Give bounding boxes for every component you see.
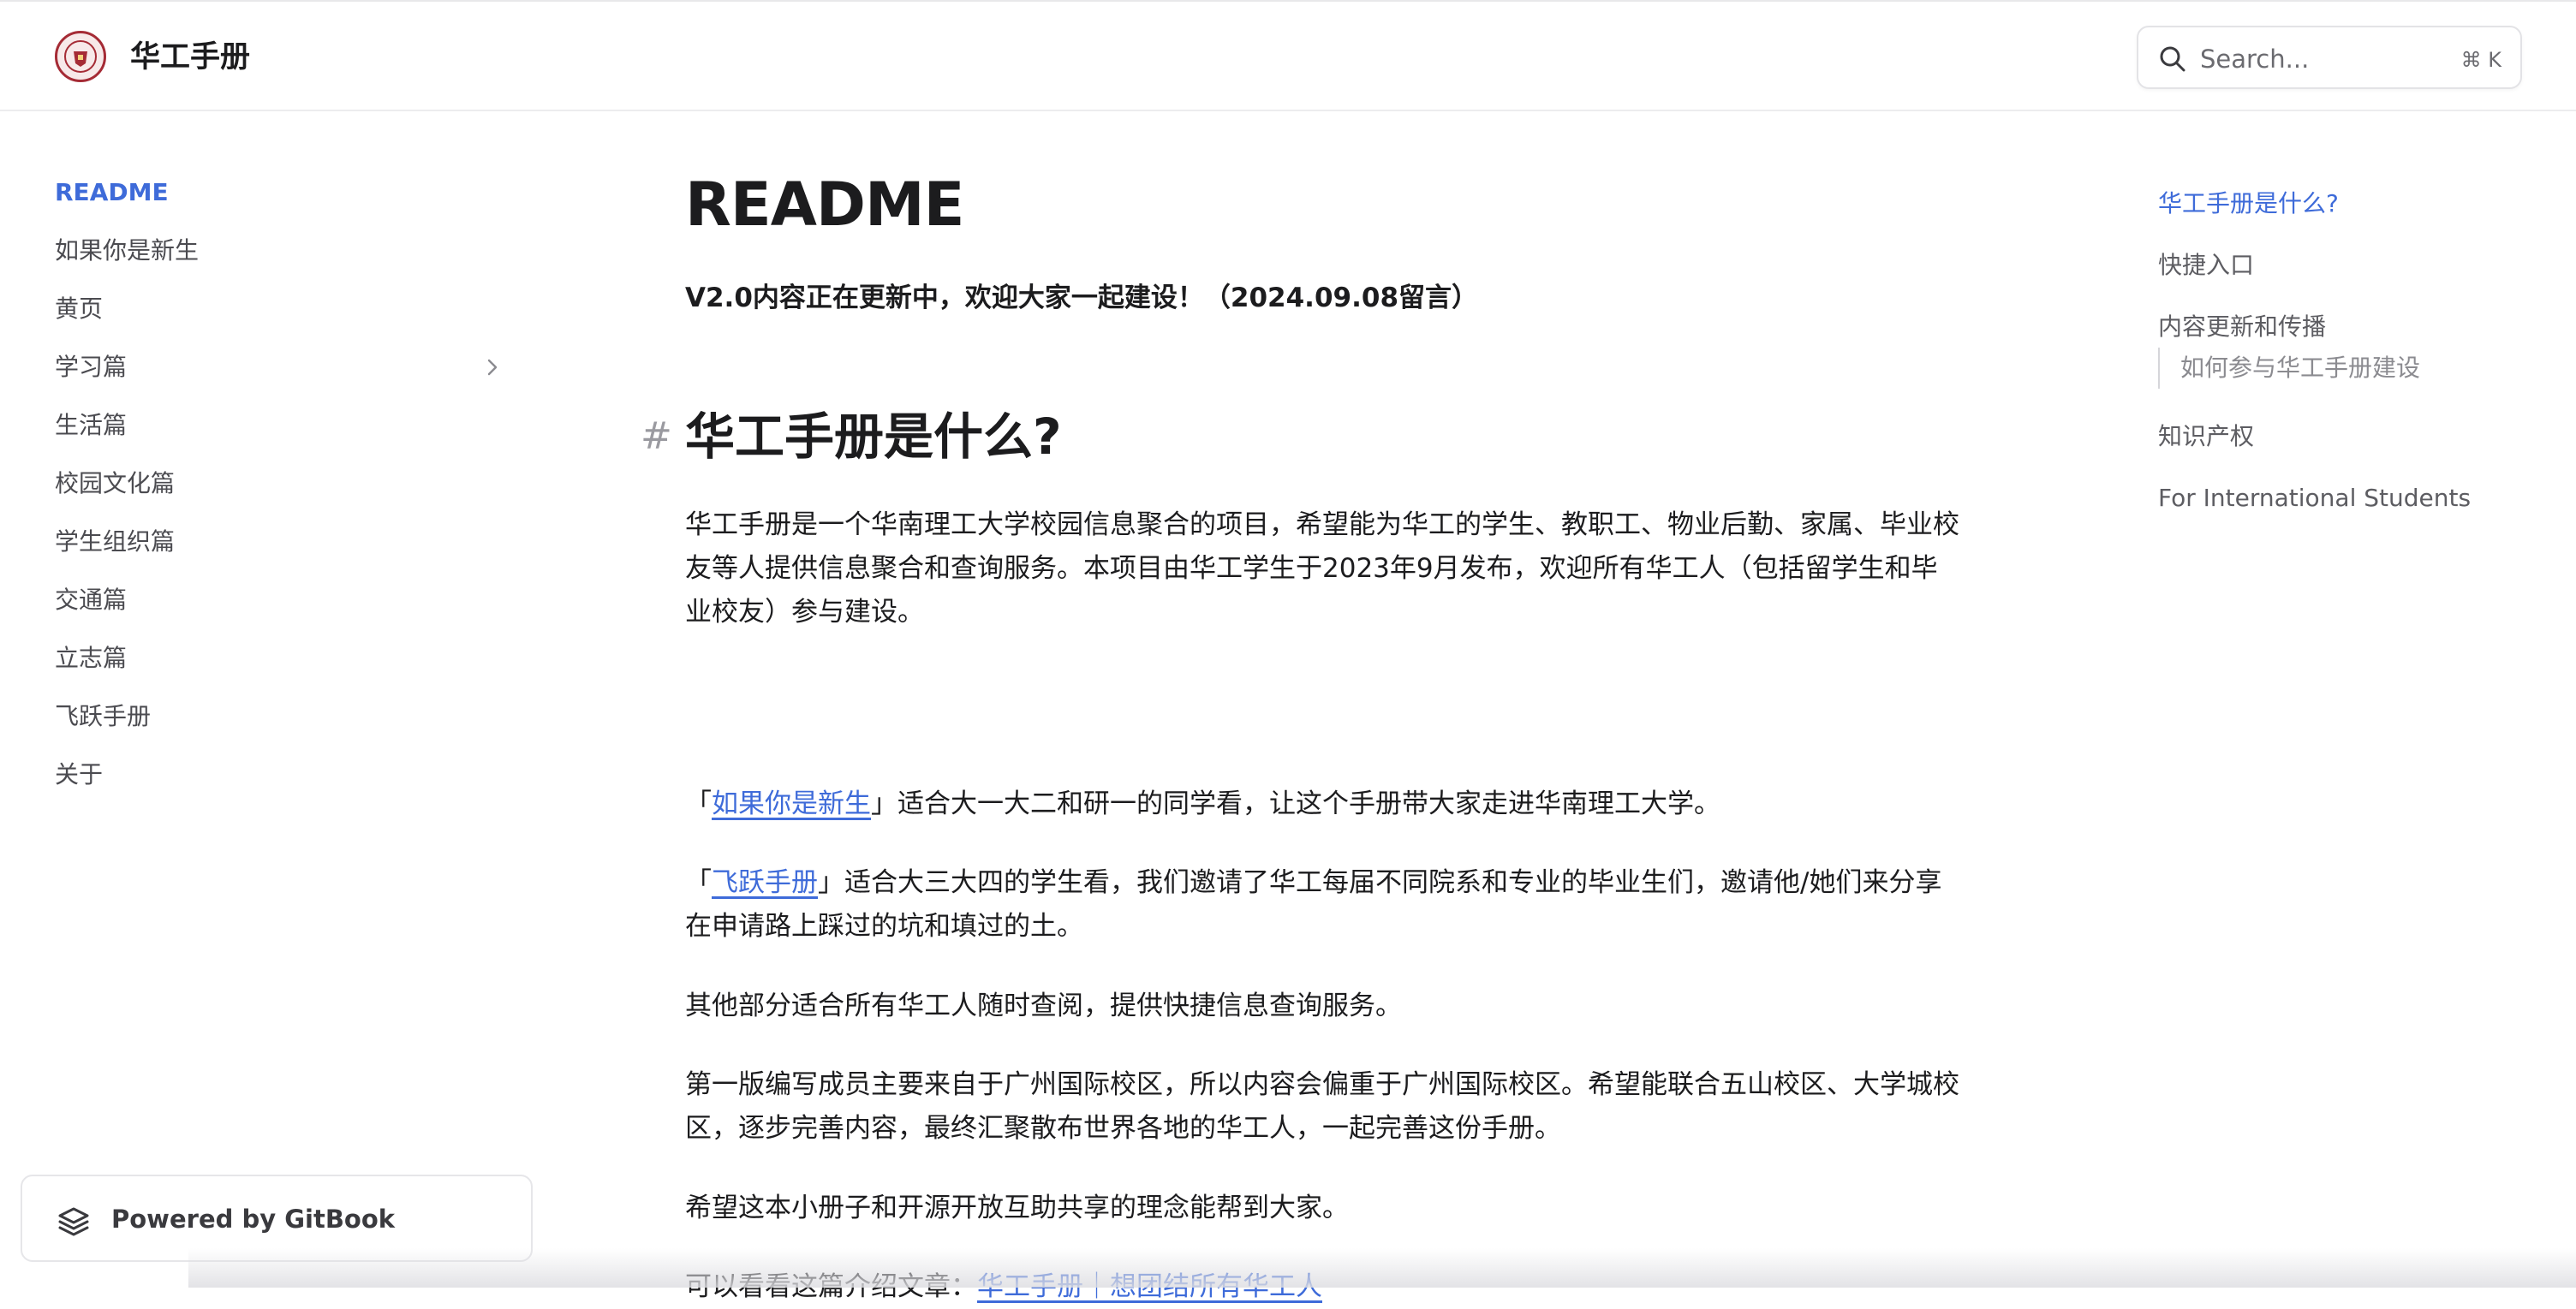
page-title: README [685, 170, 964, 240]
search-box[interactable]: Search... ⌘ K [2137, 26, 2522, 89]
search-shortcut: ⌘ K [2460, 48, 2501, 72]
sidebar-nav: README 如果你是新生 黄页 学习篇 生活篇 校园文化篇 学生组织篇 交通篇… [0, 111, 548, 1288]
sidebar-item-life[interactable]: 生活篇 [55, 408, 127, 443]
update-notice: V2.0内容正在更新中，欢迎大家一起建设！（2024.09.08留言） [685, 283, 1479, 313]
leap-text-1: 」适合大三大四的学生看，我们邀请了华工每届不同院系和专业的毕业生们，邀请他/她们… [818, 867, 1942, 898]
sidebar-item-about[interactable]: 关于 [55, 758, 103, 792]
top-bar: 华工手册 Search... ⌘ K [0, 0, 2576, 111]
sidebar-item-yellow-pages[interactable]: 黄页 [55, 292, 103, 326]
site-title[interactable]: 华工手册 [130, 36, 250, 79]
sidebar-item-campus-culture[interactable]: 校园文化篇 [55, 467, 175, 501]
search-placeholder: Search... [2200, 45, 2310, 74]
toc-subitem-how-to-contribute[interactable]: 如何参与华工手册建设 [2158, 348, 2420, 389]
first-edition-line-1: 第一版编写成员主要来自于广州国际校区，所以内容会偏重于广州国际校区。希望能联合五… [685, 1069, 1959, 1100]
search-icon [2160, 46, 2185, 72]
university-seal-icon [64, 40, 97, 73]
heading-anchor-icon[interactable]: # [641, 411, 672, 462]
sidebar-item-aspiration[interactable]: 立志篇 [55, 641, 127, 675]
others-paragraph: 其他部分适合所有华工人随时查阅，提供快捷信息查询服务。 [685, 991, 1402, 1021]
freshman-link[interactable]: 如果你是新生 [712, 788, 871, 819]
powered-by-label: Powered by GitBook [111, 1205, 396, 1234]
bottom-fade [188, 1248, 2576, 1288]
chevron-right-icon[interactable] [480, 354, 505, 380]
sidebar-item-readme[interactable]: README [55, 176, 169, 210]
sidebar-item-freshman[interactable]: 如果你是新生 [55, 234, 199, 268]
hope-paragraph: 希望这本小册子和开源开放互助共享的理念能帮到大家。 [685, 1193, 1349, 1223]
toc-item-content-updates[interactable]: 内容更新和传播 [2158, 310, 2326, 344]
freshman-text: 」适合大一大二和研一的同学看，让这个手册带大家走进华南理工大学。 [871, 788, 1720, 819]
section-heading: 华工手册是什么? [685, 408, 1062, 466]
intro-line-2: 友等人提供信息聚合和查询服务。本项目由华工学生于2023年9月发布，欢迎所有华工… [685, 553, 1938, 584]
toc-item-quick-entry[interactable]: 快捷入口 [2158, 248, 2254, 283]
intro-line-3: 业校友）参与建设。 [685, 597, 924, 628]
first-edition-paragraph: 第一版编写成员主要来自于广州国际校区，所以内容会偏重于广州国际校区。希望能联合五… [685, 1063, 2004, 1151]
sidebar-item-student-orgs[interactable]: 学生组织篇 [55, 525, 175, 559]
intro-line-1: 华工手册是一个华南理工大学校园信息聚合的项目，希望能为华工的学生、教职工、物业后… [685, 509, 1959, 540]
toc-item-what-is[interactable]: 华工手册是什么? [2158, 187, 2339, 221]
site-logo[interactable] [55, 31, 106, 82]
sidebar-item-study[interactable]: 学习篇 [55, 350, 127, 384]
sidebar-item-transport[interactable]: 交通篇 [55, 583, 127, 617]
toc-item-international-students[interactable]: For International Students [2158, 481, 2471, 515]
leap-text-2: 在申请路上踩过的坑和填过的土。 [685, 911, 1083, 942]
leap-paragraph: 「飞跃手册」适合大三大四的学生看，我们邀请了华工每届不同院系和专业的毕业生们，邀… [685, 861, 2004, 949]
intro-paragraph: 华工手册是一个华南理工大学校园信息聚合的项目，希望能为华工的学生、教职工、物业后… [685, 503, 2004, 634]
first-edition-line-2: 区，逐步完善内容，最终汇聚散布世界各地的华工人，一起完善这份手册。 [685, 1113, 1561, 1144]
gitbook-logo-icon [58, 1207, 89, 1236]
sidebar-item-leap-handbook[interactable]: 飞跃手册 [55, 699, 151, 734]
toc-item-copyright[interactable]: 知识产权 [2158, 419, 2254, 454]
leap-handbook-link[interactable]: 飞跃手册 [712, 867, 818, 898]
leap-open-bracket: 「 [685, 867, 712, 898]
freshman-paragraph: 「如果你是新生」适合大一大二和研一的同学看，让这个手册带大家走进华南理工大学。 [685, 782, 2004, 826]
freshman-open-bracket: 「 [685, 788, 712, 819]
